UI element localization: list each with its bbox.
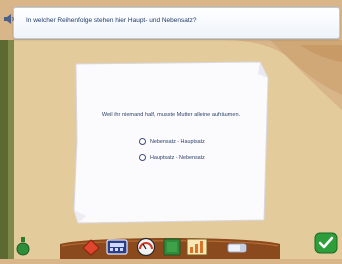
checkmark-icon[interactable] <box>314 232 338 254</box>
radio-button[interactable] <box>139 154 146 161</box>
speedometer-icon[interactable] <box>136 237 156 257</box>
question-text: In welcher Reihenfolge stehen hier Haupt… <box>26 17 197 24</box>
green-book-icon[interactable] <box>162 238 182 256</box>
option-label: Nebensatz - Hauptsatz <box>150 138 205 145</box>
radio-button[interactable] <box>139 138 146 145</box>
instruction-bar: In welcher Reihenfolge stehen hier Haupt… <box>13 7 340 39</box>
speaker-icon[interactable] <box>3 12 17 26</box>
exercise-card: Weil ihr niemand half, musste Mutter all… <box>72 60 270 226</box>
option-hauptsatz-nebensatz[interactable]: Hauptsatz - Nebensatz <box>139 152 205 163</box>
bar-chart-icon[interactable] <box>186 238 208 256</box>
potion-icon[interactable] <box>14 236 32 256</box>
sentence-text: Weil ihr niemand half, musste Mutter all… <box>101 112 241 118</box>
red-diamond-icon[interactable] <box>82 239 100 256</box>
brush-icon[interactable] <box>226 242 250 254</box>
option-label: Hauptsatz - Nebensatz <box>150 154 205 161</box>
option-nebensatz-hauptsatz[interactable]: Nebensatz - Hauptsatz <box>139 136 205 147</box>
calculator-icon[interactable] <box>106 239 128 255</box>
